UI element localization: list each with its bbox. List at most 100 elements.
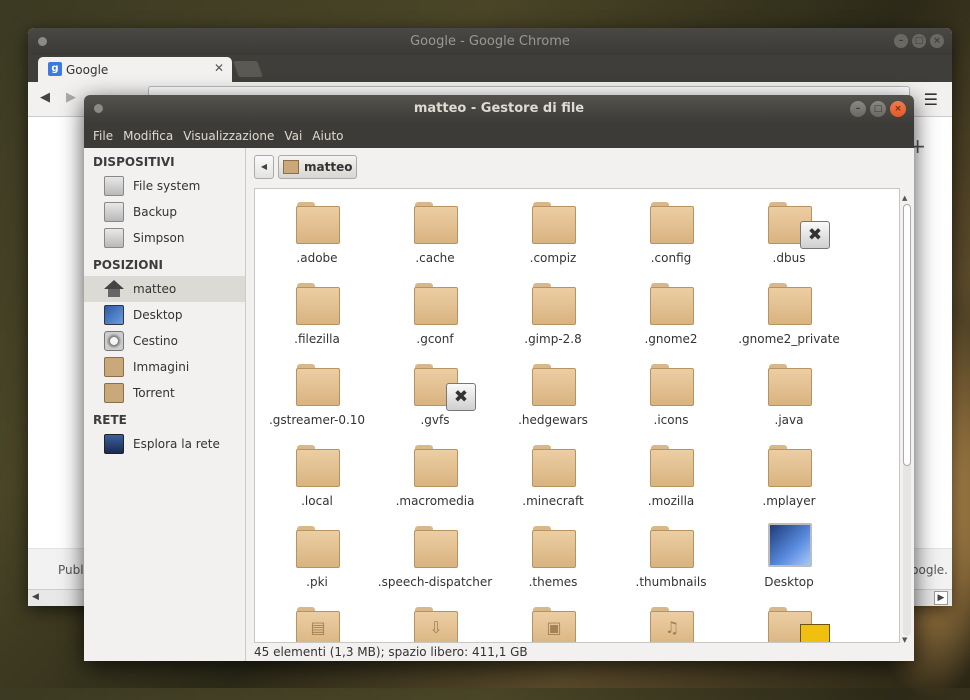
file-item[interactable]: .local: [258, 432, 376, 513]
menu-visualizzazione[interactable]: Visualizzazione: [178, 129, 279, 143]
scroll-right-icon[interactable]: ▶: [934, 591, 948, 605]
file-item[interactable]: ♫: [612, 594, 730, 642]
folder-icon: [768, 444, 812, 488]
file-item[interactable]: ▤: [258, 594, 376, 642]
sidebar-item-esplora-rete[interactable]: Esplora la rete: [84, 431, 245, 457]
folder-icon: [296, 444, 340, 488]
file-item[interactable]: ▣: [494, 594, 612, 642]
minimize-icon[interactable]: –: [894, 34, 908, 48]
file-item[interactable]: .mozilla: [612, 432, 730, 513]
icon-view[interactable]: .adobe .cache .compiz .config ✖ .dbus .filezil…: [254, 188, 900, 643]
path-back-icon[interactable]: ◀: [254, 155, 274, 179]
back-icon[interactable]: ◀: [40, 90, 50, 105]
file-item[interactable]: .thumbnails: [612, 513, 730, 594]
file-item[interactable]: .filezilla: [258, 270, 376, 351]
file-item-label: .dbus: [772, 251, 806, 265]
tab-close-icon[interactable]: ✕: [214, 61, 224, 75]
file-item[interactable]: .gimp-2.8: [494, 270, 612, 351]
music-folder-icon: ♫: [650, 606, 694, 642]
file-item[interactable]: .compiz: [494, 189, 612, 270]
file-item[interactable]: .themes: [494, 513, 612, 594]
scroll-up-icon[interactable]: ▲: [902, 194, 907, 202]
window-menu-icon[interactable]: [94, 104, 103, 113]
fm-titlebar[interactable]: matteo - Gestore di file – □ ×: [84, 95, 914, 123]
menu-aiuto[interactable]: Aiuto: [307, 129, 348, 143]
folder-icon: [768, 363, 812, 407]
torrent-folder-icon: [104, 383, 124, 403]
file-item[interactable]: .cache: [376, 189, 494, 270]
file-item-label: .hedgewars: [518, 413, 588, 427]
folder-icon: [414, 444, 458, 488]
sidebar-item-label: Torrent: [133, 386, 175, 400]
folder-icon: [532, 363, 576, 407]
sidebar-item-label: Backup: [133, 205, 177, 219]
new-tab-button[interactable]: [233, 61, 263, 77]
file-item-label: .pki: [306, 575, 328, 589]
file-item[interactable]: .gnome2: [612, 270, 730, 351]
menu-vai[interactable]: Vai: [279, 129, 307, 143]
file-item[interactable]: .gstreamer-0.10: [258, 351, 376, 432]
network-icon: [104, 434, 124, 454]
file-item[interactable]: .mplayer: [730, 432, 848, 513]
file-item[interactable]: .pki: [258, 513, 376, 594]
file-item[interactable]: .config: [612, 189, 730, 270]
file-view-pane: ◀ matteo .adobe .cache .compiz .config ✖ .dbu…: [246, 148, 914, 661]
chrome-title: Google - Google Chrome: [410, 34, 570, 49]
file-item[interactable]: [730, 594, 848, 642]
sidebar-item-cestino[interactable]: Cestino: [84, 328, 245, 354]
file-item[interactable]: .gnome2_private: [730, 270, 848, 351]
file-item[interactable]: ✖ .dbus: [730, 189, 848, 270]
file-item[interactable]: .minecraft: [494, 432, 612, 513]
path-button-matteo[interactable]: matteo: [278, 155, 358, 179]
maximize-icon[interactable]: □: [912, 34, 926, 48]
file-item[interactable]: ✖ .gvfs: [376, 351, 494, 432]
file-item[interactable]: .icons: [612, 351, 730, 432]
menu-modifica[interactable]: Modifica: [118, 129, 178, 143]
file-item[interactable]: .macromedia: [376, 432, 494, 513]
close-icon[interactable]: ×: [930, 34, 944, 48]
sidebar-item-backup[interactable]: Backup: [84, 199, 245, 225]
sidebar-header-places: POSIZIONI: [93, 258, 163, 272]
folder-icon: [414, 282, 458, 326]
sidebar-item-label: Cestino: [133, 334, 178, 348]
footer-link-left[interactable]: Publ: [58, 563, 84, 577]
chrome-titlebar[interactable]: Google - Google Chrome – □ ×: [28, 28, 952, 55]
file-item[interactable]: ⇩: [376, 594, 494, 642]
minimize-icon[interactable]: –: [850, 101, 866, 117]
menu-file[interactable]: File: [88, 129, 118, 143]
file-item-label: .gnome2: [644, 332, 698, 346]
sidebar-item-immagini[interactable]: Immagini: [84, 354, 245, 380]
drive-icon: [104, 228, 124, 248]
sidebar-item-torrent[interactable]: Torrent: [84, 380, 245, 406]
maximize-icon[interactable]: □: [870, 101, 886, 117]
tab-google[interactable]: g Google ✕: [38, 57, 232, 82]
forward-icon[interactable]: ▶: [66, 90, 76, 105]
desktop-folder-icon: [768, 523, 812, 567]
folder-icon: [532, 525, 576, 569]
sidebar-item-filesystem[interactable]: File system: [84, 173, 245, 199]
file-item[interactable]: .adobe: [258, 189, 376, 270]
sidebar-item-simpson[interactable]: Simpson: [84, 225, 245, 251]
scroll-left-icon[interactable]: ◀: [32, 592, 39, 602]
home-icon: [104, 279, 124, 299]
file-item-label: .macromedia: [395, 494, 475, 508]
file-item[interactable]: Desktop: [730, 513, 848, 594]
close-icon[interactable]: ×: [890, 101, 906, 117]
folder-icon: [414, 525, 458, 569]
home-folder-icon: [283, 160, 299, 174]
sidebar-item-matteo[interactable]: matteo: [84, 276, 245, 302]
documents-folder-icon: ▤: [296, 606, 340, 642]
status-bar: 45 elementi (1,3 MB); spazio libero: 411…: [254, 645, 528, 659]
vertical-scrollbar[interactable]: ▲ ▼: [902, 194, 912, 644]
chrome-menu-icon[interactable]: ☰: [924, 90, 938, 109]
file-item-label: .java: [774, 413, 804, 427]
file-item[interactable]: .java: [730, 351, 848, 432]
scroll-down-icon[interactable]: ▼: [902, 636, 907, 644]
window-menu-icon[interactable]: [38, 37, 47, 46]
file-item[interactable]: .gconf: [376, 270, 494, 351]
sidebar-item-desktop[interactable]: Desktop: [84, 302, 245, 328]
scroll-thumb[interactable]: [903, 204, 911, 466]
file-item-label: .mplayer: [762, 494, 816, 508]
file-item[interactable]: .speech-dispatcher: [376, 513, 494, 594]
file-item[interactable]: .hedgewars: [494, 351, 612, 432]
